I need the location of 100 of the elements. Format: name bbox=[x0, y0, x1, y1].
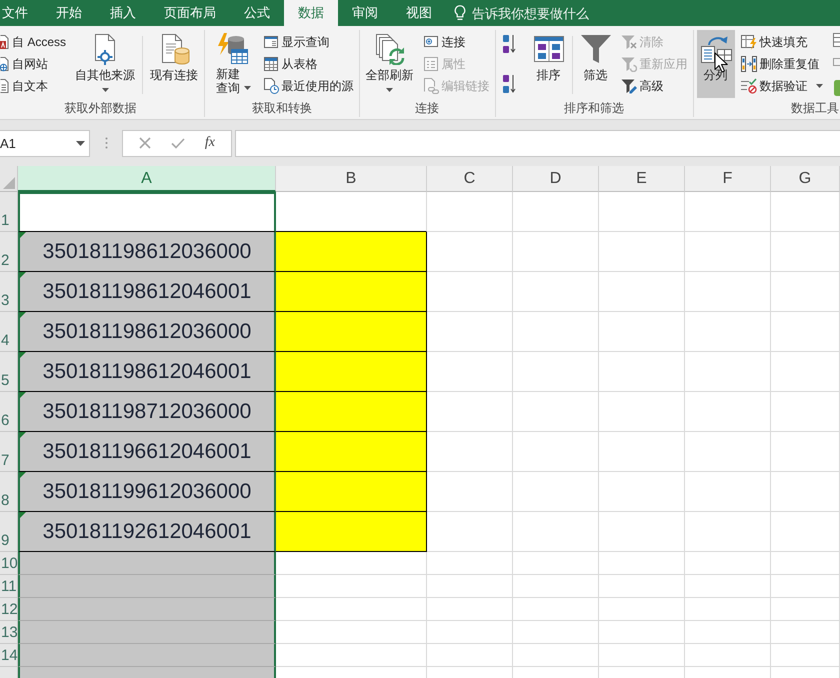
bracket-icon[interactable] bbox=[833, 58, 840, 66]
cell[interactable] bbox=[18, 667, 276, 678]
group-label: 获取和转换 bbox=[250, 100, 313, 117]
row-header[interactable]: 7 bbox=[0, 432, 18, 472]
ribbon-button[interactable]: 高级 bbox=[618, 75, 690, 97]
table-lightning-icon bbox=[740, 34, 757, 50]
ribbon-button[interactable]: 全部刷新 bbox=[362, 30, 417, 98]
filter-refresh-icon bbox=[620, 56, 637, 72]
cell[interactable] bbox=[18, 644, 276, 667]
ribbon-tab[interactable]: 公式 bbox=[230, 0, 284, 26]
select-all-icon[interactable] bbox=[3, 177, 15, 189]
check-icon[interactable] bbox=[170, 138, 185, 148]
row-header[interactable]: 2 bbox=[0, 232, 18, 272]
cell[interactable] bbox=[276, 272, 427, 312]
ribbon-button[interactable]: 分列 bbox=[696, 30, 735, 98]
column-header[interactable]: B bbox=[276, 166, 427, 192]
row-header[interactable]: 8 bbox=[0, 472, 18, 512]
caret-icon bbox=[386, 88, 394, 92]
cell[interactable]: 350181198612036000 bbox=[18, 232, 276, 272]
cell[interactable] bbox=[276, 512, 427, 552]
row-header[interactable]: 3 bbox=[0, 272, 18, 312]
documents-refresh-icon bbox=[374, 33, 406, 65]
filter-icon bbox=[580, 34, 612, 64]
row-header[interactable]: 4 bbox=[0, 312, 18, 352]
row-header[interactable]: 6 bbox=[0, 392, 18, 432]
group-label: 数据工具 bbox=[790, 100, 840, 117]
cell[interactable] bbox=[276, 472, 427, 512]
tile-icon[interactable] bbox=[833, 80, 840, 96]
ribbon-button[interactable]: 连接 bbox=[420, 31, 492, 53]
cell[interactable] bbox=[276, 432, 427, 472]
row-header[interactable]: 10 bbox=[0, 552, 18, 575]
grip-icon bbox=[105, 137, 108, 149]
ribbon-tab[interactable]: 文件 bbox=[0, 0, 42, 26]
ribbon-button[interactable]: 自文本 bbox=[0, 75, 68, 97]
formula-input[interactable] bbox=[235, 130, 840, 156]
ribbon-button[interactable]: 删除重复值 bbox=[738, 53, 825, 75]
document-link-icon bbox=[422, 78, 439, 94]
document-clock-icon bbox=[262, 78, 279, 94]
cross-icon[interactable] bbox=[138, 137, 151, 149]
cell[interactable]: 350181196612046001 bbox=[18, 432, 276, 472]
ribbon-button[interactable]: 显示查询 bbox=[260, 31, 356, 53]
cell[interactable]: 350181192612046001 bbox=[18, 512, 276, 552]
group-label: 排序和筛选 bbox=[563, 100, 626, 117]
ribbon-button[interactable]: 排序 bbox=[530, 30, 568, 98]
active-cell[interactable] bbox=[18, 192, 276, 232]
ribbon-tab[interactable]: 页面布局 bbox=[150, 0, 230, 26]
filter-clear-icon bbox=[620, 34, 637, 50]
ribbon-tab[interactable]: 审阅 bbox=[338, 0, 392, 26]
caret-icon bbox=[76, 140, 85, 146]
column-header[interactable]: A bbox=[18, 166, 276, 192]
name-box[interactable]: A1 bbox=[0, 130, 90, 156]
ribbon-button[interactable]: 数据验证 bbox=[738, 75, 825, 97]
ribbon-button[interactable]: 最近使用的源 bbox=[260, 75, 356, 97]
cell[interactable] bbox=[276, 352, 427, 392]
cell[interactable] bbox=[18, 621, 276, 644]
sort-ascending-icon[interactable] bbox=[502, 34, 516, 54]
caret-icon bbox=[816, 84, 823, 88]
row-header[interactable]: 12 bbox=[0, 598, 18, 621]
search-field[interactable]: 告诉我你想要做什么 bbox=[472, 4, 600, 22]
cell[interactable] bbox=[18, 575, 276, 598]
ribbon-tab[interactable]: 数据 bbox=[284, 0, 338, 26]
cell[interactable] bbox=[276, 312, 427, 352]
filter-pencil-icon bbox=[620, 78, 637, 94]
row-header[interactable]: 13 bbox=[0, 621, 18, 644]
insert-function-button[interactable]: fx bbox=[204, 135, 215, 151]
lightbulb-icon bbox=[454, 5, 466, 21]
cell[interactable] bbox=[276, 232, 427, 272]
column-header[interactable]: G bbox=[771, 166, 840, 192]
ribbon-tab[interactable]: 插入 bbox=[96, 0, 150, 26]
cell[interactable] bbox=[276, 392, 427, 432]
column-header[interactable]: C bbox=[427, 166, 513, 192]
row-header[interactable] bbox=[0, 667, 18, 678]
ribbon-button[interactable]: 筛选 bbox=[576, 30, 615, 98]
ribbon-button[interactable]: 从表格 bbox=[260, 53, 356, 75]
cell[interactable]: 350181198612036000 bbox=[18, 312, 276, 352]
row-header[interactable]: 5 bbox=[0, 352, 18, 392]
ribbon-button[interactable]: 快速填充 bbox=[738, 31, 825, 53]
sort-table-icon bbox=[532, 35, 565, 63]
ribbon-tab[interactable]: 视图 bbox=[392, 0, 446, 26]
column-header[interactable]: E bbox=[599, 166, 685, 192]
sort-descending-icon[interactable] bbox=[502, 74, 516, 94]
cell[interactable]: 350181198612046001 bbox=[18, 272, 276, 312]
column-header[interactable]: D bbox=[513, 166, 599, 192]
cell[interactable]: 350181198612046001 bbox=[18, 352, 276, 392]
column-header[interactable]: F bbox=[685, 166, 771, 192]
row-header[interactable]: 14 bbox=[0, 644, 18, 667]
cell[interactable] bbox=[18, 598, 276, 621]
ribbon-tab[interactable]: 开始 bbox=[42, 0, 96, 26]
ribbon-button[interactable]: 自其他来源 bbox=[72, 30, 138, 98]
row-header[interactable]: 9 bbox=[0, 512, 18, 552]
ribbon-button[interactable]: 自网站 bbox=[0, 53, 68, 75]
cell[interactable] bbox=[18, 552, 276, 575]
row-header[interactable]: 11 bbox=[0, 575, 18, 598]
ribbon-button[interactable]: 新建查询 bbox=[208, 30, 257, 98]
row-header[interactable]: 1 bbox=[0, 192, 18, 232]
cell[interactable]: 350181199612036000 bbox=[18, 472, 276, 512]
grid-icon[interactable] bbox=[833, 33, 840, 47]
cell[interactable]: 350181198712036000 bbox=[18, 392, 276, 432]
ribbon-button[interactable]: 现有连接 bbox=[147, 30, 202, 98]
ribbon-button[interactable]: 自 Access bbox=[0, 31, 68, 53]
